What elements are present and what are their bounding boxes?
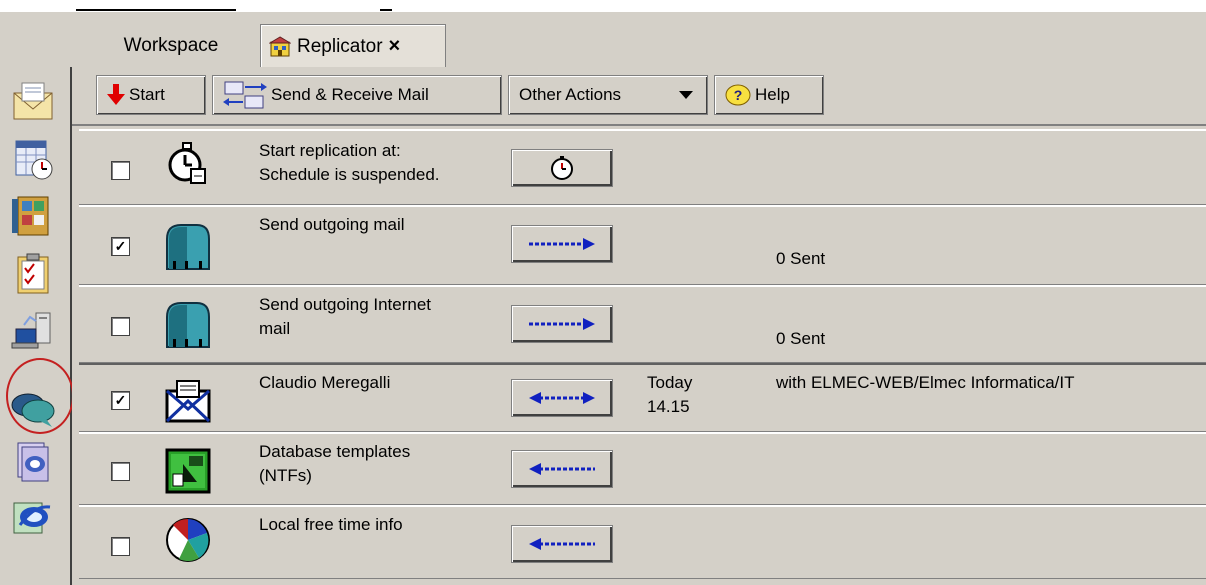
row-label: Local free time info — [259, 513, 403, 537]
arrow-right-icon — [529, 238, 595, 250]
row-label: Start replication at: Schedule is suspen… — [259, 139, 440, 187]
send-receive-label: Send & Receive Mail — [271, 85, 429, 104]
close-icon[interactable]: × — [389, 35, 401, 58]
templates-action-button[interactable] — [511, 450, 613, 488]
help-icon: ? — [725, 84, 751, 106]
row-label: Send outgoing mail — [259, 213, 405, 237]
row-last-run-time: 14.15 — [647, 397, 690, 416]
address-book-icon[interactable] — [10, 193, 56, 239]
replication-row[interactable]: Start replication at: Schedule is suspen… — [79, 129, 1206, 205]
send-internet-action-button[interactable] — [511, 305, 613, 343]
other-actions-dropdown[interactable]: Other Actions — [508, 75, 708, 115]
replication-row[interactable]: ✓ Claudio Meregalli Today 14.15 with ELM… — [79, 363, 1206, 432]
row-label-line2: Schedule is suspended. — [259, 165, 440, 184]
start-arrow-icon — [107, 84, 125, 105]
other-actions-label: Other Actions — [519, 85, 622, 104]
replicator-toolbar: Start Send & Receive Mail Other Actions … — [72, 67, 1206, 126]
envelope-icon — [165, 380, 211, 423]
row-label-line1: Send outgoing mail — [259, 215, 405, 234]
help-button[interactable]: ? Help — [714, 75, 824, 115]
tab-workspace[interactable]: Workspace — [96, 24, 246, 67]
row-label-line1: Send outgoing Internet — [259, 295, 432, 314]
help-button-label: Help — [755, 85, 790, 104]
stopwatch-icon — [168, 142, 206, 184]
row-label-line1: Start replication at: — [259, 141, 401, 160]
row-last-run: Today 14.15 — [647, 371, 692, 419]
check-mark: ✓ — [114, 392, 127, 408]
replication-row[interactable]: Local free time info — [79, 505, 1206, 579]
top-band-line — [76, 9, 236, 11]
start-button-label: Start — [129, 85, 165, 104]
pie-icon — [166, 518, 210, 562]
chevron-down-icon — [679, 91, 693, 99]
replication-row[interactable]: Database templates (NTFs) — [79, 432, 1206, 505]
send-action-button[interactable] — [511, 225, 613, 263]
template-icon — [165, 448, 211, 494]
row-label-line2: (NTFs) — [259, 466, 312, 485]
sync-action-button[interactable] — [511, 379, 613, 417]
tab-bar: Workspace Replicator × — [0, 12, 1206, 68]
row-checkbox[interactable]: ✓ — [111, 391, 130, 410]
mailbox-icon — [166, 302, 210, 348]
row-checkbox[interactable] — [111, 161, 130, 180]
bookmark-sidebar — [0, 67, 74, 585]
row-checkbox[interactable] — [111, 317, 130, 336]
row-label-line1: Database templates — [259, 442, 411, 461]
stopwatch-icon — [551, 156, 573, 180]
calendar-icon[interactable] — [10, 137, 56, 183]
svg-text:?: ? — [734, 87, 743, 103]
row-last-run-day: Today — [647, 373, 693, 392]
send-receive-mail-button[interactable]: Send & Receive Mail — [212, 75, 502, 115]
replication-row[interactable]: ✓ Send outgoing mail 0 Sent — [79, 205, 1206, 285]
mailbox-icon — [166, 224, 210, 270]
free-time-action-button[interactable] — [511, 525, 613, 563]
browser-icon[interactable] — [10, 495, 56, 541]
mail-icon[interactable] — [10, 79, 56, 125]
row-checkbox[interactable] — [111, 537, 130, 556]
arrow-right-icon — [529, 318, 595, 330]
row-status: 0 Sent — [776, 329, 826, 348]
row-checkbox[interactable] — [111, 462, 130, 481]
replication-row[interactable]: Send outgoing Internet mail 0 Sent — [79, 285, 1206, 363]
tab-replicator-label: Replicator — [297, 35, 383, 57]
row-label: Database templates (NTFs) — [259, 440, 410, 488]
row-label: Claudio Meregalli — [259, 371, 390, 395]
arrow-left-icon — [529, 538, 595, 550]
top-band-line — [380, 9, 392, 11]
replicator-icon[interactable] — [10, 307, 56, 353]
row-label: Send outgoing Internet mail — [259, 293, 431, 341]
row-checkbox[interactable]: ✓ — [111, 237, 130, 256]
schedule-button[interactable] — [511, 149, 613, 187]
top-band — [0, 0, 1206, 12]
send-receive-icon — [223, 81, 267, 109]
arrow-both-icon — [529, 392, 595, 404]
check-mark: ✓ — [114, 238, 127, 254]
row-label-line1: Local free time info — [259, 515, 403, 534]
todo-icon[interactable] — [10, 251, 56, 297]
arrow-left-icon — [529, 463, 595, 475]
replicator-page: Start Send & Receive Mail Other Actions … — [72, 67, 1206, 585]
tab-workspace-label: Workspace — [123, 34, 219, 56]
row-status: with ELMEC-WEB/Elmec Informatica/IT — [776, 373, 1075, 392]
row-label-line2: mail — [259, 319, 291, 338]
start-button[interactable]: Start — [96, 75, 206, 115]
chat-icon[interactable] — [10, 385, 56, 431]
databases-icon[interactable] — [10, 439, 56, 485]
replicator-tab-icon — [269, 35, 291, 56]
row-label-line1: Claudio Meregalli — [259, 373, 391, 392]
row-status: 0 Sent — [776, 249, 826, 268]
tab-replicator[interactable]: Replicator × — [260, 24, 446, 68]
